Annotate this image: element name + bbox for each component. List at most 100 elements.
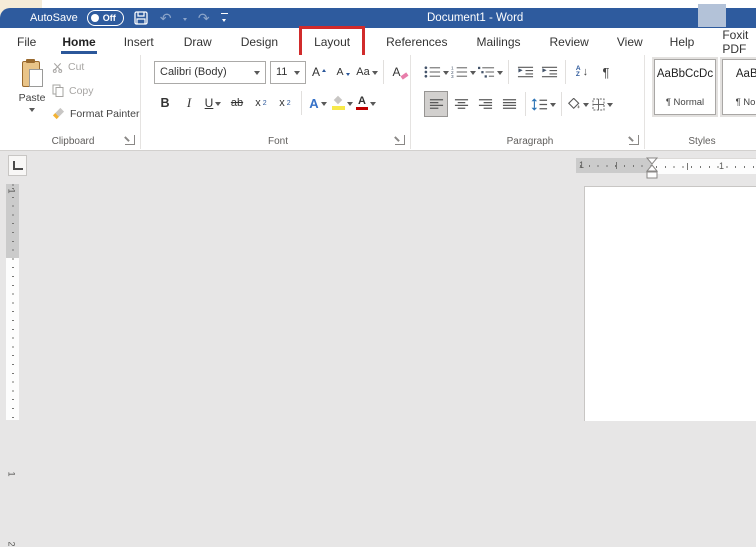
redo-button[interactable]: ↷	[196, 10, 212, 26]
highlight-icon	[332, 96, 345, 110]
bullets-icon	[424, 65, 441, 79]
superscript-button[interactable]: x2	[274, 91, 296, 115]
tab-review[interactable]: Review	[539, 30, 600, 54]
autosave-toggle[interactable]: Off	[87, 10, 124, 26]
tab-home[interactable]: Home	[51, 30, 106, 54]
align-left-icon	[429, 98, 444, 110]
subscript-button[interactable]: x2	[250, 91, 272, 115]
clear-formatting-button[interactable]: A	[389, 60, 411, 84]
tab-design[interactable]: Design	[230, 30, 289, 54]
ribbon: Paste Cut Copy Format Painter	[0, 55, 756, 151]
underline-button[interactable]: U	[202, 91, 224, 115]
highlight-dropdown-icon	[347, 102, 353, 109]
tab-insert[interactable]: Insert	[113, 30, 165, 54]
align-left-button[interactable]	[424, 91, 448, 117]
undo-dropdown-icon[interactable]	[183, 18, 187, 23]
align-center-button[interactable]	[450, 92, 472, 116]
font-group: Calibri (Body) 11 A A Aa A B I U	[146, 55, 411, 149]
tab-stop-selector[interactable]	[8, 155, 27, 176]
justify-icon	[502, 98, 517, 110]
underline-dropdown-icon	[215, 102, 221, 109]
clipboard-dialog-launcher[interactable]	[125, 135, 135, 145]
sort-button[interactable]: A Z ↓	[571, 60, 593, 84]
shading-button[interactable]	[567, 92, 589, 116]
styles-group: AaBbCcDc ¶ Normal AaBbCcDc ¶ No Spacing …	[648, 55, 756, 149]
document-title: Document1 - Word	[427, 8, 523, 28]
decrease-indent-button[interactable]	[514, 60, 536, 84]
line-spacing-icon	[531, 98, 548, 111]
paragraph-dialog-launcher[interactable]	[629, 135, 639, 145]
hruler-number: 1	[579, 160, 584, 170]
quick-access-toolbar-button[interactable]	[221, 13, 228, 24]
bullets-dropdown-icon	[443, 71, 449, 78]
tab-file[interactable]: File	[6, 30, 47, 54]
tab-draw[interactable]: Draw	[173, 30, 223, 54]
toggle-knob-icon	[91, 14, 99, 22]
multilevel-list-icon	[478, 65, 495, 79]
multilevel-list-button[interactable]	[478, 60, 503, 84]
autosave-label: AutoSave	[30, 12, 78, 24]
document-page[interactable]	[584, 186, 756, 421]
tab-layout[interactable]: Layout	[303, 30, 361, 54]
bold-button[interactable]: B	[154, 91, 176, 115]
undo-button[interactable]: ↶	[158, 10, 174, 26]
account-avatar[interactable]	[698, 4, 726, 27]
change-case-button[interactable]: Aa	[356, 60, 378, 84]
left-tab-icon	[13, 161, 23, 170]
increase-indent-button[interactable]	[538, 60, 560, 84]
font-dialog-launcher[interactable]	[395, 135, 405, 145]
paste-clipboard-icon	[22, 61, 43, 87]
save-button[interactable]	[133, 10, 149, 26]
numbering-button[interactable]: 123	[451, 60, 476, 84]
format-painter-button[interactable]: Format Painter	[52, 107, 139, 120]
tab-view[interactable]: View	[606, 30, 654, 54]
numbering-icon: 123	[451, 65, 468, 79]
align-right-icon	[478, 98, 493, 110]
text-effects-button[interactable]: A	[307, 91, 329, 115]
scissors-icon	[52, 62, 63, 73]
redo-icon: ↷	[198, 10, 210, 27]
highlight-button[interactable]	[331, 91, 353, 115]
hruler-halftick	[616, 162, 617, 169]
copy-icon	[52, 84, 64, 97]
shrink-font-button[interactable]: A	[332, 60, 354, 84]
font-color-button[interactable]: A	[355, 91, 377, 115]
qat-line-icon	[221, 13, 228, 14]
tab-mailings[interactable]: Mailings	[465, 30, 531, 54]
sort-arrow-icon: ↓	[583, 66, 589, 78]
shrink-caret-icon	[346, 73, 350, 78]
undo-icon: ↶	[160, 10, 172, 27]
style-card-no-spacing[interactable]: AaBbCcDc ¶ No Spacing	[722, 59, 756, 115]
save-icon	[134, 11, 148, 25]
font-name-combo[interactable]: Calibri (Body)	[154, 61, 266, 84]
numbering-dropdown-icon	[470, 71, 476, 78]
font-name-dropdown-icon	[254, 71, 260, 78]
top-strip	[0, 0, 756, 8]
strikethrough-button[interactable]: ab	[226, 91, 248, 115]
font-size-combo[interactable]: 11	[270, 61, 306, 84]
grow-font-button[interactable]: A	[308, 60, 330, 84]
copy-button[interactable]: Copy	[52, 84, 94, 97]
tab-foxit-pdf[interactable]: Foxit PDF	[711, 30, 756, 54]
show-hide-marks-button[interactable]: ¶	[595, 60, 617, 84]
italic-button[interactable]: I	[178, 91, 200, 115]
decrease-indent-icon	[517, 66, 534, 78]
borders-button[interactable]	[591, 92, 613, 116]
styles-group-label: Styles	[648, 136, 756, 147]
style-card-normal[interactable]: AaBbCcDc ¶ Normal	[654, 59, 716, 115]
ribbon-tab-row: File Home Insert Draw Design Layout Refe…	[0, 28, 756, 55]
vruler-number: 1	[7, 188, 17, 193]
indent-marker[interactable]	[645, 152, 659, 179]
align-right-button[interactable]	[474, 92, 496, 116]
paste-dropdown-icon[interactable]	[29, 108, 35, 115]
tab-references[interactable]: References	[375, 30, 458, 54]
tab-help[interactable]: Help	[659, 30, 706, 54]
font-color-dropdown-icon	[370, 102, 376, 109]
justify-button[interactable]	[498, 92, 520, 116]
bullets-button[interactable]	[424, 60, 449, 84]
qat-chevron-icon	[222, 19, 226, 24]
clipboard-group: Paste Cut Copy Format Painter	[6, 55, 141, 149]
cut-button[interactable]: Cut	[52, 61, 84, 73]
paste-button[interactable]: Paste	[14, 58, 50, 130]
line-spacing-button[interactable]	[531, 92, 556, 116]
